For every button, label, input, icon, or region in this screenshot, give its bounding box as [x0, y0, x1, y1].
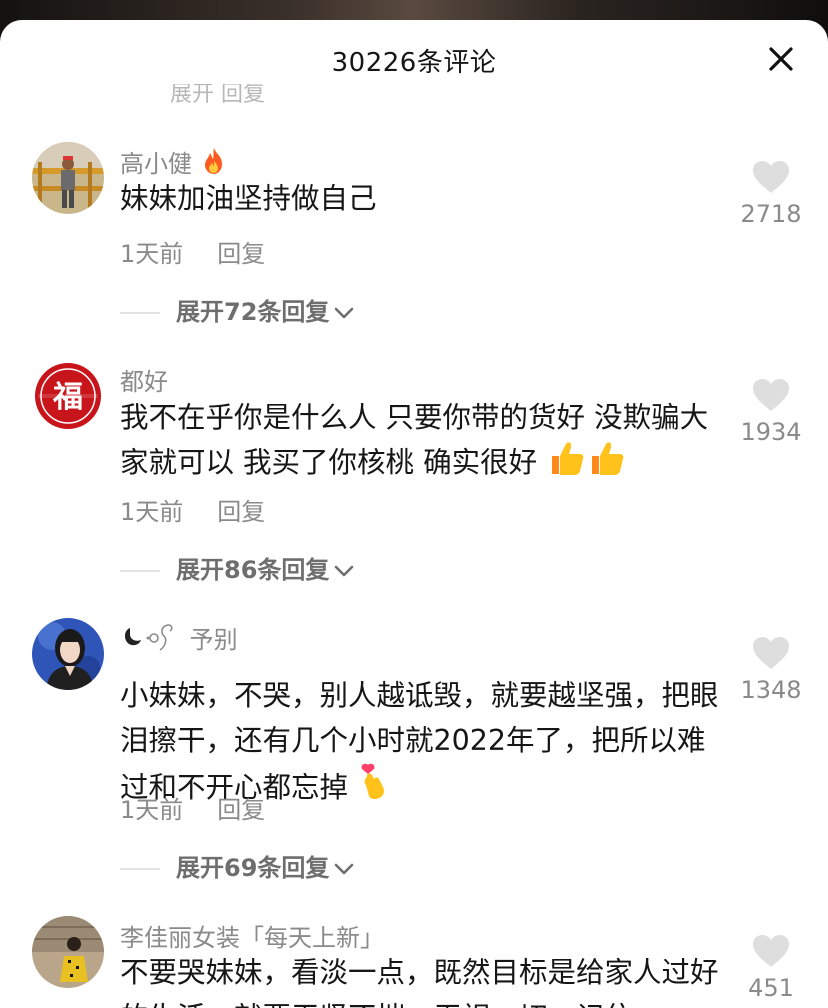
like-count: 1348: [740, 676, 802, 704]
comment-username[interactable]: 予别: [120, 620, 238, 655]
like-button[interactable]: 1348: [738, 636, 804, 704]
expand-replies-button[interactable]: 展开86条回复: [120, 550, 355, 585]
comment-meta: 1天前 回复: [120, 234, 265, 269]
comment-text: 不要哭妹妹，看淡一点，既然目标是给家人过好的生活，就要无坚不摧，无视一切，记住: [120, 956, 719, 1008]
comment-meta: 1天前 回复: [120, 790, 265, 825]
like-button[interactable]: 1934: [738, 378, 804, 446]
comment-time: 1天前: [120, 240, 184, 268]
svg-text:福: 福: [52, 380, 83, 415]
divider-line: [120, 868, 160, 870]
avatar[interactable]: 福: [32, 360, 104, 432]
reply-button[interactable]: 回复: [217, 796, 265, 824]
user-photo: [32, 618, 104, 690]
like-button[interactable]: 2718: [738, 160, 804, 228]
finger-heart-icon: [361, 763, 385, 800]
comment-time: 1天前: [120, 796, 184, 824]
cutoff-previous-row: 展开 回复: [170, 84, 265, 106]
heart-icon: [753, 935, 789, 967]
reply-button[interactable]: 回复: [217, 498, 265, 526]
fire-icon: [204, 148, 222, 174]
comment-count-title: 30226条评论: [331, 48, 497, 78]
reply-button[interactable]: 回复: [217, 240, 265, 268]
heart-icon: [753, 161, 789, 193]
like-count: 1934: [740, 418, 802, 446]
comment-meta: 1天前 回复: [120, 492, 265, 527]
moon-ring-icon: [124, 624, 173, 651]
comment-text: 妹妹加油坚持做自己: [120, 182, 377, 215]
avatar[interactable]: [32, 142, 104, 214]
chevron-down-icon: [335, 863, 354, 875]
divider-line: [120, 570, 160, 572]
divider-line: [120, 312, 160, 314]
user-photo: [32, 142, 104, 214]
comments-sheet: 30226条评论 展开 回复 高小健 妹妹加油坚持做自己 1天前 回复 2718…: [0, 20, 828, 1008]
comment-username[interactable]: 李佳丽女装「每天上新」: [120, 918, 384, 953]
chevron-down-icon: [335, 307, 354, 319]
comment-username[interactable]: 都好: [120, 362, 168, 397]
like-count: 451: [748, 974, 794, 1002]
close-button[interactable]: [768, 46, 794, 72]
chevron-down-icon: [335, 565, 354, 577]
avatar[interactable]: [32, 618, 104, 690]
comment-username[interactable]: 高小健: [120, 144, 228, 179]
like-button[interactable]: 451: [738, 934, 804, 1002]
user-photo: [32, 916, 104, 988]
expand-replies-button[interactable]: 展开72条回复: [120, 292, 355, 327]
thumbs-up-icon: [592, 442, 624, 475]
comment-text: 我不在乎你是什么人 只要你带的货好 没欺骗大家就可以 我买了你核桃 确实很好: [120, 401, 709, 479]
heart-icon: [753, 379, 789, 411]
close-icon: [769, 47, 793, 71]
like-count: 2718: [740, 200, 802, 228]
thumbs-up-icon: [552, 442, 584, 475]
expand-replies-button[interactable]: 展开69条回复: [120, 848, 355, 883]
comment-time: 1天前: [120, 498, 184, 526]
heart-icon: [753, 637, 789, 669]
avatar[interactable]: [32, 916, 104, 988]
fu-logo-avatar: 福: [32, 360, 104, 432]
